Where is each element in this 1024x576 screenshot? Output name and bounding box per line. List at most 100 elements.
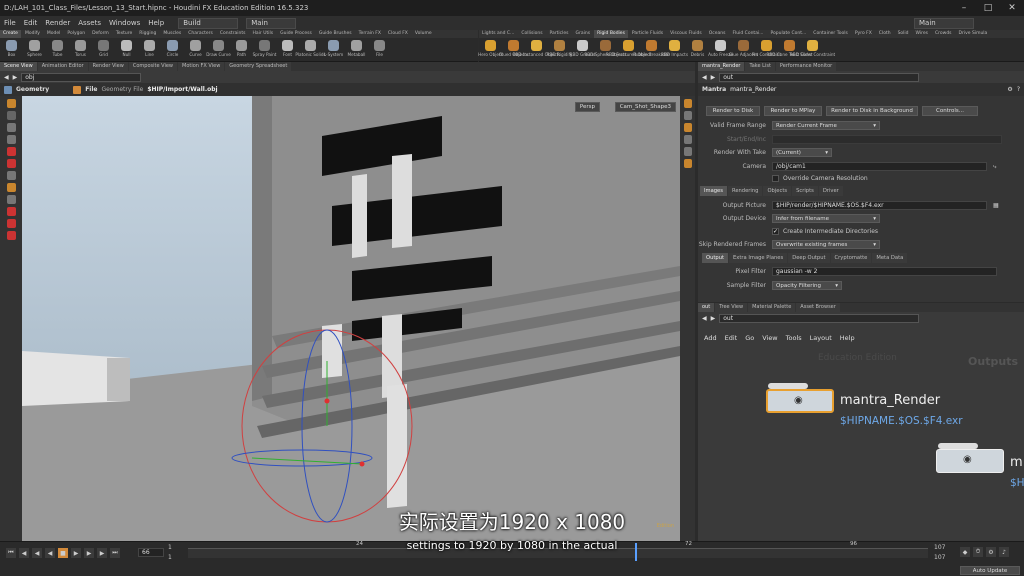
shelf-tool-rbd-rigidify[interactable]: RBD Rigidify xyxy=(547,40,572,57)
parm-tab-driver[interactable]: Driver xyxy=(818,186,843,196)
light-tool-icon[interactable] xyxy=(6,219,16,228)
output-device-select[interactable]: Infer from filename ▾ xyxy=(772,214,880,223)
ghost-icon[interactable] xyxy=(683,147,692,156)
view-tool-icon[interactable] xyxy=(6,171,16,180)
camera-tool-icon[interactable] xyxy=(6,207,16,216)
image-tab-meta-data[interactable]: Meta Data xyxy=(872,253,908,263)
persp-menu[interactable]: Persp xyxy=(574,102,600,112)
shelf-tab-volume[interactable]: Volume xyxy=(412,30,435,38)
shelf-tab-wires[interactable]: Wires xyxy=(913,30,931,38)
parm-tab-objects[interactable]: Objects xyxy=(763,186,792,196)
shelf-tool-platonic-solids[interactable]: Platonic Solids xyxy=(295,40,326,57)
shelf-tool-path[interactable]: Path xyxy=(230,40,253,57)
shelf-tab-texture[interactable]: Texture xyxy=(113,30,135,38)
render-to-disk-button[interactable]: Render to Disk xyxy=(706,106,760,116)
network-menu-help[interactable]: Help xyxy=(840,334,855,342)
shelf-tool-rbd-impacts[interactable]: RBD Impacts xyxy=(661,40,688,57)
rotate-tool-icon[interactable] xyxy=(6,123,16,132)
tab-material-palette[interactable]: Material Palette xyxy=(748,303,796,312)
network-menu-tools[interactable]: Tools xyxy=(786,334,802,342)
controls-button[interactable]: Controls... xyxy=(922,106,978,116)
shelf-tab-populate-cont[interactable]: Populate Cont... xyxy=(768,30,810,38)
camera-chooser-icon[interactable]: ⤷ xyxy=(993,163,996,171)
shelf-tool-sphere[interactable]: Sphere xyxy=(23,40,46,57)
network-menu-edit[interactable]: Edit xyxy=(725,334,738,342)
shelf-tab-constraints[interactable]: Constraints xyxy=(217,30,249,38)
shelf-tab-pyro-fx[interactable]: Pyro FX xyxy=(852,30,875,38)
parm-tab-rendering[interactable]: Rendering xyxy=(727,186,763,196)
desktop-select[interactable]: Build xyxy=(178,17,239,29)
network-menu-view[interactable]: View xyxy=(762,334,777,342)
network-menu-add[interactable]: Add xyxy=(704,334,717,342)
shelf-tab-drive-simula[interactable]: Drive Simula xyxy=(956,30,991,38)
skip-rendered-select[interactable]: Overwrite existing frames ▾ xyxy=(772,240,880,249)
shelf-tab-particles[interactable]: Particles xyxy=(547,30,572,38)
sample-filter-select[interactable]: Opacity Filtering ▾ xyxy=(772,281,842,290)
menu-edit[interactable]: Edit xyxy=(24,19,38,27)
shelf-tab-grains[interactable]: Grains xyxy=(573,30,594,38)
snap-tool-icon[interactable] xyxy=(6,183,16,192)
handle-tool-icon[interactable] xyxy=(6,147,16,156)
tab-render-view[interactable]: Render View xyxy=(88,62,128,71)
viewport-3d[interactable]: Persp Cam_Shot_Shape3 Edition xyxy=(22,96,680,541)
parm-tab-scripts[interactable]: Scripts xyxy=(792,186,818,196)
shelf-tab-collisions[interactable]: Collisions xyxy=(518,30,545,38)
shelf-tab-crowds[interactable]: Crowds xyxy=(932,30,955,38)
shelf-tool-curve[interactable]: Curve xyxy=(184,40,207,57)
tab-geometry-spreadsheet[interactable]: Geometry Spreadsheet xyxy=(225,62,292,71)
shelf-tab-guide-process[interactable]: Guide Process xyxy=(277,30,315,38)
render-background-button[interactable]: Render to Disk in Background xyxy=(826,106,918,116)
shelf-tab-hair-utils[interactable]: Hair Utils xyxy=(250,30,277,38)
tab-composite-view[interactable]: Composite View xyxy=(128,62,177,71)
shelf-tool-l-system[interactable]: L-System xyxy=(322,40,345,57)
magnet-tool-icon[interactable] xyxy=(6,195,16,204)
render-with-take-select[interactable]: (Current) ▾ xyxy=(772,148,832,157)
forward-icon[interactable]: ▶ xyxy=(711,74,716,81)
shelf-tool-null[interactable]: Null xyxy=(115,40,138,57)
pixel-filter-field[interactable]: gaussian -w 2 xyxy=(772,267,997,276)
shelf-tab-create[interactable]: Create xyxy=(0,30,21,38)
gear-icon[interactable]: ⚙ xyxy=(1007,86,1012,93)
shelf-tab-model[interactable]: Model xyxy=(44,30,64,38)
shelf-tab-muscles[interactable]: Muscles xyxy=(160,30,184,38)
menu-render[interactable]: Render xyxy=(45,19,70,27)
tab-mantra-render[interactable]: mantra_Render xyxy=(698,62,745,71)
shelf-tool-rubble-breakable[interactable]: Rubble Breakable xyxy=(633,40,670,57)
forward-icon[interactable]: ▶ xyxy=(13,74,18,81)
help-icon[interactable]: ? xyxy=(1017,86,1020,93)
image-tab-extra-image-planes[interactable]: Extra Image Planes xyxy=(729,253,788,263)
create-intermediate-checkbox[interactable]: ✓ xyxy=(772,228,779,235)
shelf-tool-line[interactable]: Line xyxy=(138,40,161,57)
shelf-tool-file[interactable]: File xyxy=(368,40,391,57)
maximize-icon[interactable]: □ xyxy=(976,0,1000,16)
shelf-tab-oceans[interactable]: Oceans xyxy=(706,30,729,38)
network-menu-layout[interactable]: Layout xyxy=(810,334,832,342)
shelf-tab-polygon[interactable]: Polygon xyxy=(64,30,88,38)
shelf-tab-lights-and-c[interactable]: Lights and C... xyxy=(479,30,517,38)
start-frame-2[interactable]: 1 xyxy=(168,554,172,561)
minimize-icon[interactable]: – xyxy=(952,0,976,16)
shelf-tab-terrain-fx[interactable]: Terrain FX xyxy=(356,30,384,38)
tab-tree-view[interactable]: Tree View xyxy=(715,303,748,312)
shelf-tool-debris[interactable]: Debris xyxy=(686,40,709,57)
lighting-icon[interactable] xyxy=(683,135,692,144)
second-render-node[interactable]: ◉ xyxy=(936,449,1004,473)
shelf-tab-guide-brushes[interactable]: Guide Brushes xyxy=(316,30,355,38)
menu-assets[interactable]: Assets xyxy=(78,19,101,27)
shelf-tool-draw-curve[interactable]: Draw Curve xyxy=(206,40,231,57)
parm-tab-images[interactable]: Images xyxy=(700,186,727,196)
close-icon[interactable]: ✕ xyxy=(1000,0,1024,16)
output-picture-field[interactable]: $HIP/render/$HIPNAME.$OS.$F4.exr xyxy=(772,201,987,210)
mantra-node-name[interactable]: mantra_Render xyxy=(840,393,940,408)
visibility-icon[interactable] xyxy=(683,159,692,168)
shelf-tab-fluid-contai[interactable]: Fluid Contai... xyxy=(729,30,766,38)
shelf-tab-cloud-fx[interactable]: Cloud FX xyxy=(385,30,411,38)
network-menu-go[interactable]: Go xyxy=(745,334,754,342)
back-icon[interactable]: ◀ xyxy=(702,74,707,81)
shelf-tab-container-tools[interactable]: Container Tools xyxy=(810,30,851,38)
image-tab-cryptomatte[interactable]: Cryptomatte xyxy=(830,253,872,263)
shelf-tool-torus[interactable]: Torus xyxy=(69,40,92,57)
shelf-tool-grid[interactable]: Grid xyxy=(92,40,115,57)
menu-help[interactable]: Help xyxy=(148,19,164,27)
valid-frame-range-select[interactable]: Render Current Frame ▾ xyxy=(772,121,880,130)
